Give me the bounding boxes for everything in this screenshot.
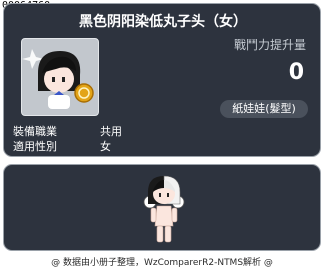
character-preview-icon bbox=[143, 175, 185, 243]
power-increase-value: 0 bbox=[288, 60, 304, 85]
gender-value: 女 bbox=[100, 140, 111, 153]
equip-job-label: 裝備職業 bbox=[13, 125, 57, 138]
equip-job-value: 共用 bbox=[100, 125, 122, 138]
item-category-badge: 紙娃娃(髮型) bbox=[220, 100, 308, 118]
power-increase-label: 戰鬥力提升量 bbox=[233, 38, 306, 52]
gender-label: 適用性別 bbox=[13, 140, 57, 153]
item-thumbnail bbox=[21, 38, 99, 116]
hair-thumbnail-icon bbox=[22, 49, 94, 109]
item-name: 黑色阴阳染低丸子头（女） bbox=[79, 14, 247, 30]
preview-panel bbox=[3, 164, 321, 251]
item-tooltip-card: 黑色阴阳染低丸子头（女） 戰鬥力提升量 0 紙娃娃(髮型) 裝備職業 共用 適用… bbox=[3, 3, 321, 157]
footer-credit: @ 数据由小册子整理，WzComparerR2-NTMS解析 @ bbox=[51, 258, 273, 268]
